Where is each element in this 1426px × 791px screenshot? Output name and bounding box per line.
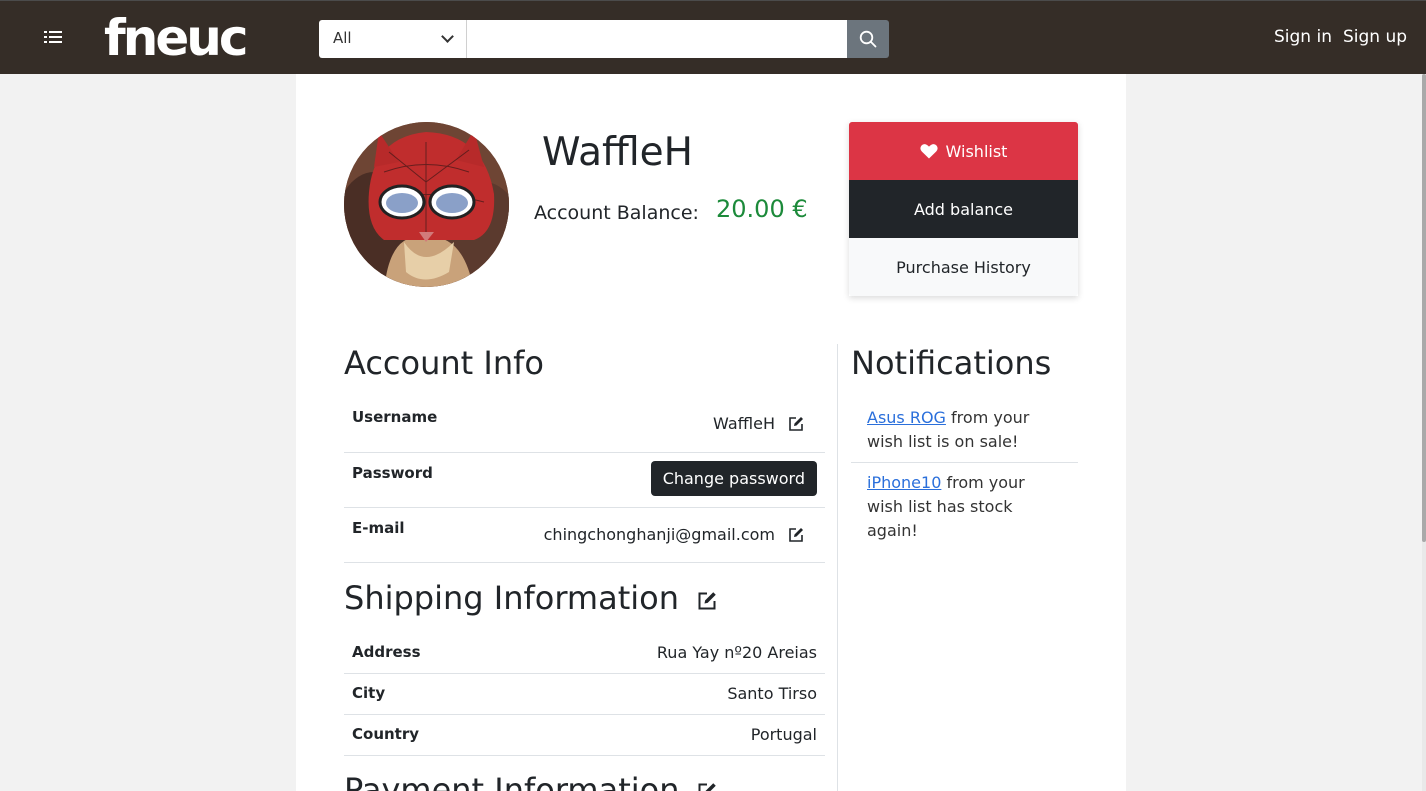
table-row: E-mail chingchonghanji@gmail.com [344,508,825,563]
wishlist-button[interactable]: Wishlist [849,122,1078,180]
menu-list-icon[interactable] [44,29,64,45]
add-balance-button[interactable]: Add balance [849,180,1078,238]
payment-info-title: Payment Information [344,771,680,791]
top-navbar: fneuc All Sign in Sign up [0,0,1426,74]
search-icon [859,30,877,48]
notification-product-link[interactable]: Asus ROG [867,408,946,427]
country-label: Country [352,725,420,743]
email-label: E-mail [352,519,405,537]
table-row: City Santo Tirso [344,674,825,715]
search-button[interactable] [847,20,889,58]
avatar [344,122,509,287]
profile-actions: Wishlist Add balance Purchase History [849,122,1078,296]
account-info-title: Account Info [344,344,544,382]
city-label: City [352,684,386,702]
address-value: Rua Yay nº20 Areias [656,643,817,662]
city-value: Santo Tirso [727,684,817,703]
address-label: Address [352,643,421,661]
username-value: WaffleH [713,414,775,433]
username-label: Username [352,408,438,426]
search-input[interactable] [467,20,847,58]
profile-username: WaffleH [542,130,693,175]
notifications-title: Notifications [851,344,1052,382]
notification-product-link[interactable]: iPhone10 [867,473,941,492]
shipping-info-title: Shipping Information [344,579,679,617]
wishlist-label: Wishlist [945,141,1008,161]
search-bar: All [319,20,889,58]
table-row: Address Rua Yay nº20 Areias [344,633,825,674]
balance-value: 20.00 € [716,195,808,223]
table-row: Country Portugal [344,715,825,756]
sign-up-link[interactable]: Sign up [1343,27,1407,47]
sign-in-link[interactable]: Sign in [1274,27,1332,47]
edit-email-icon[interactable] [788,527,804,543]
table-row: Username WaffleH [344,397,825,453]
country-value: Portugal [750,725,817,744]
password-label: Password [352,464,433,482]
search-category-select[interactable]: All [319,20,467,58]
notification-divider [851,462,1078,463]
profile-card: WaffleH Account Balance: 20.00 € Wishlis… [296,74,1126,791]
heart-icon [919,144,938,159]
edit-shipping-icon[interactable] [697,591,717,611]
balance-label: Account Balance: [534,202,699,224]
chevron-down-icon [441,30,454,43]
notification-item: iPhone10 from your wish list has stock a… [851,471,1078,543]
scrollbar-thumb[interactable] [1422,74,1426,542]
search-category-value: All [333,29,352,47]
column-divider [837,344,838,791]
brand-logo[interactable]: fneuc [104,9,248,67]
account-info-table: Username WaffleH Password Change passwor… [344,397,825,563]
table-row: Password Change password [344,453,825,508]
edit-payment-icon[interactable] [697,782,717,791]
edit-username-icon[interactable] [788,416,804,432]
purchase-history-button[interactable]: Purchase History [849,238,1078,296]
notification-item: Asus ROG from your wish list is on sale! [851,406,1078,454]
shipping-info-table: Address Rua Yay nº20 Areias City Santo T… [344,633,825,756]
change-password-button[interactable]: Change password [650,461,817,496]
email-value: chingchonghanji@gmail.com [543,525,775,544]
